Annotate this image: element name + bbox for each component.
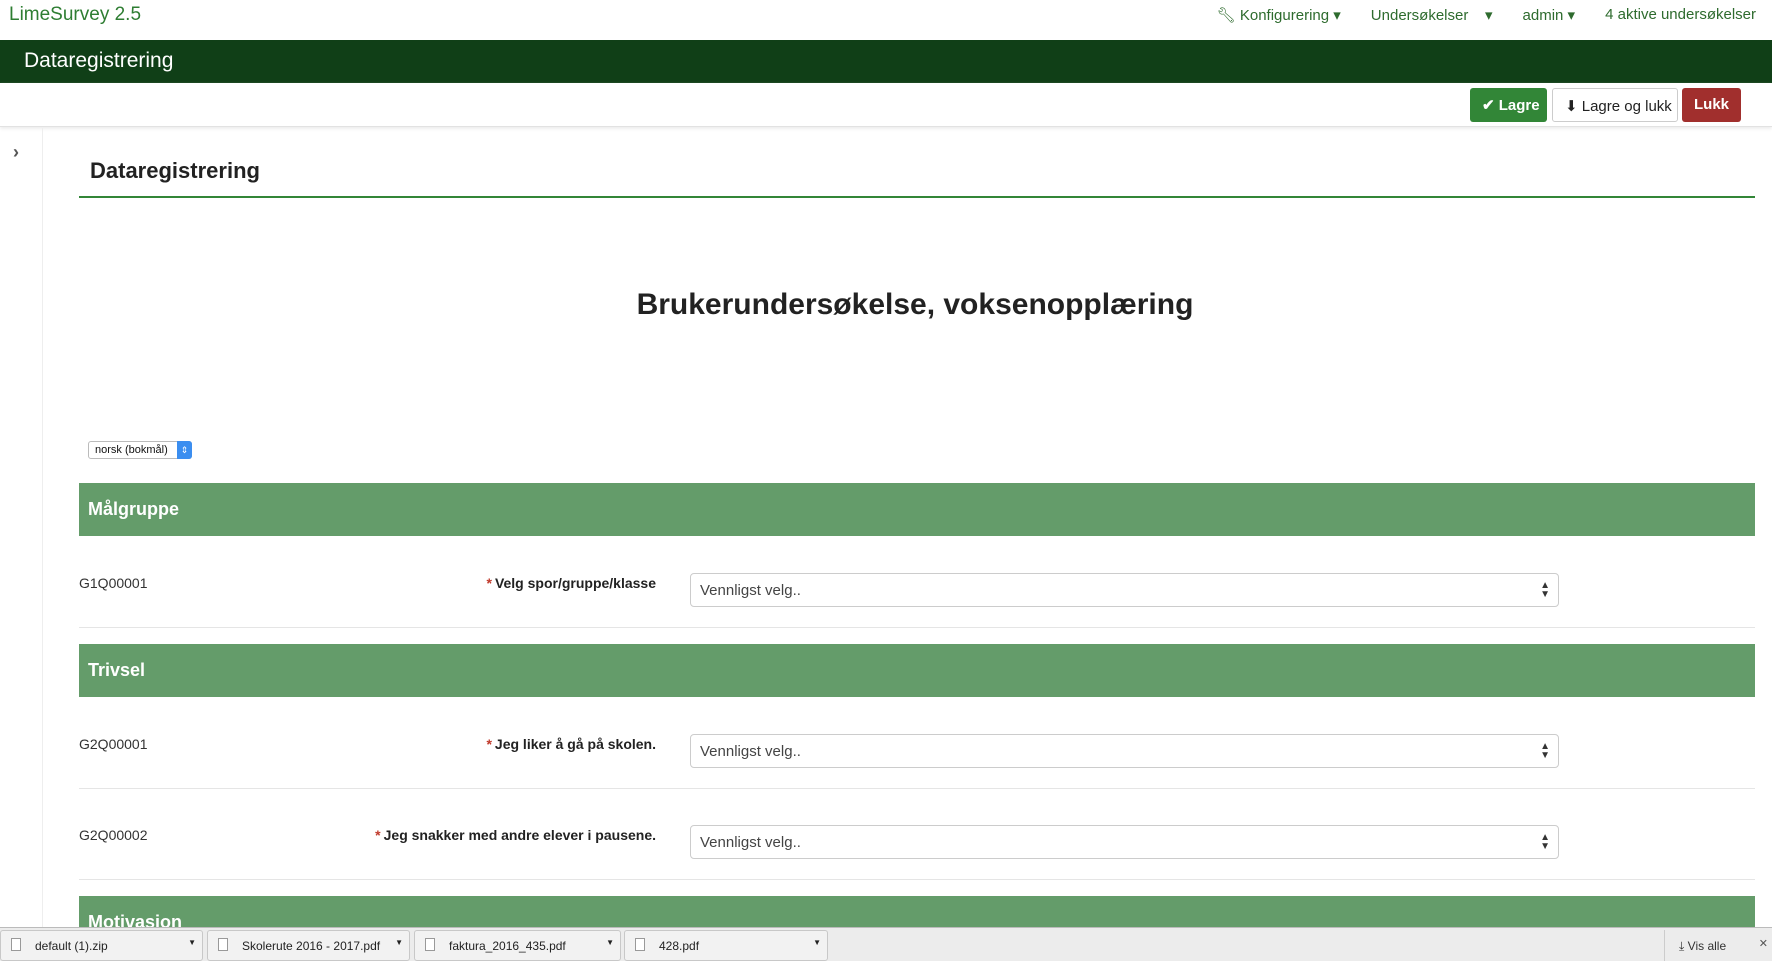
pdf-file-icon [218,938,228,951]
sidebar: › [0,128,43,928]
nav-admin[interactable]: admin ▾ [1523,6,1576,24]
dropdown-icon[interactable]: ▼ [188,938,196,947]
download-item[interactable]: 428.pdf ▼ [624,930,828,961]
save-close-icon: ⬇︎ [1565,98,1578,115]
question-text: * Velg spor/gruppe/klasse [486,575,656,591]
select-arrows-icon: ▲ ▼ [1540,580,1550,600]
dropdown-icon[interactable]: ▼ [395,938,403,947]
language-select[interactable]: norsk (bokmål) ⇕ [88,441,192,459]
select-arrows-icon: ⇕ [177,441,192,459]
question-code: G2Q00001 [79,736,148,752]
save-button[interactable]: ✔ Lagre [1470,88,1547,122]
row-divider [79,788,1755,789]
save-and-close-button[interactable]: ⬇︎ Lagre og lukk [1552,88,1678,122]
answer-select[interactable]: Vennligst velg.. ▲ ▼ [690,734,1559,768]
page-header: Dataregistrering [0,40,1772,83]
pdf-file-icon [635,938,645,951]
pdf-file-icon [425,938,435,951]
close-icon[interactable]: ✕ [1759,937,1768,950]
row-divider [79,627,1755,628]
wrench-icon: 🔧︎ [1216,7,1236,24]
toolbar: ✔ Lagre ⬇︎ Lagre og lukk Lukk [0,83,1772,127]
download-item[interactable]: Skolerute 2016 - 2017.pdf ▼ [207,930,410,961]
answer-select[interactable]: Vennligst velg.. ▲ ▼ [690,573,1559,607]
nav-config[interactable]: 🔧︎ Konfigurering ▾ [1217,6,1341,24]
brand-logo[interactable]: LimeSurvey 2.5 [9,4,141,26]
question-code: G2Q00002 [79,827,148,843]
nav-menu: 🔧︎ Konfigurering ▾ Undersøkelser ▾ admin… [1217,6,1756,24]
download-item[interactable]: faktura_2016_435.pdf ▼ [414,930,621,961]
group-header: Målgruppe [79,483,1755,536]
question-code: G1Q00001 [79,575,148,591]
group-header: Trivsel [79,644,1755,697]
show-all-downloads-button[interactable]: ⤓ Vis alle [1664,930,1754,961]
question-text: * Jeg snakker med andre elever i pausene. [375,827,656,843]
close-button[interactable]: Lukk [1682,88,1741,122]
title-divider [79,196,1755,198]
top-navbar: LimeSurvey 2.5 🔧︎ Konfigurering ▾ Unders… [0,0,1772,40]
download-item[interactable]: default (1).zip ▼ [0,930,203,961]
download-icon: ⤓ [1679,939,1685,953]
nav-surveys[interactable]: Undersøkelser ▾ [1371,6,1493,24]
select-arrows-icon: ▲ ▼ [1540,741,1550,761]
row-divider [79,879,1755,880]
answer-select[interactable]: Vennligst velg.. ▲ ▼ [690,825,1559,859]
check-icon: ✔ [1482,97,1495,114]
survey-title: Brukerundersøkelse, voksenopplæring [636,288,1194,321]
nav-active-surveys[interactable]: 4 aktive undersøkelser [1605,6,1756,24]
select-arrows-icon: ▲ ▼ [1540,832,1550,852]
download-bar: default (1).zip ▼ Skolerute 2016 - 2017.p… [0,927,1772,961]
question-text: * Jeg liker å gå på skolen. [486,736,656,752]
dropdown-icon[interactable]: ▼ [606,938,614,947]
chevron-right-icon[interactable]: › [13,142,19,163]
dropdown-icon[interactable]: ▼ [813,938,821,947]
page-title: Dataregistrering [90,158,260,183]
file-icon [11,938,21,951]
